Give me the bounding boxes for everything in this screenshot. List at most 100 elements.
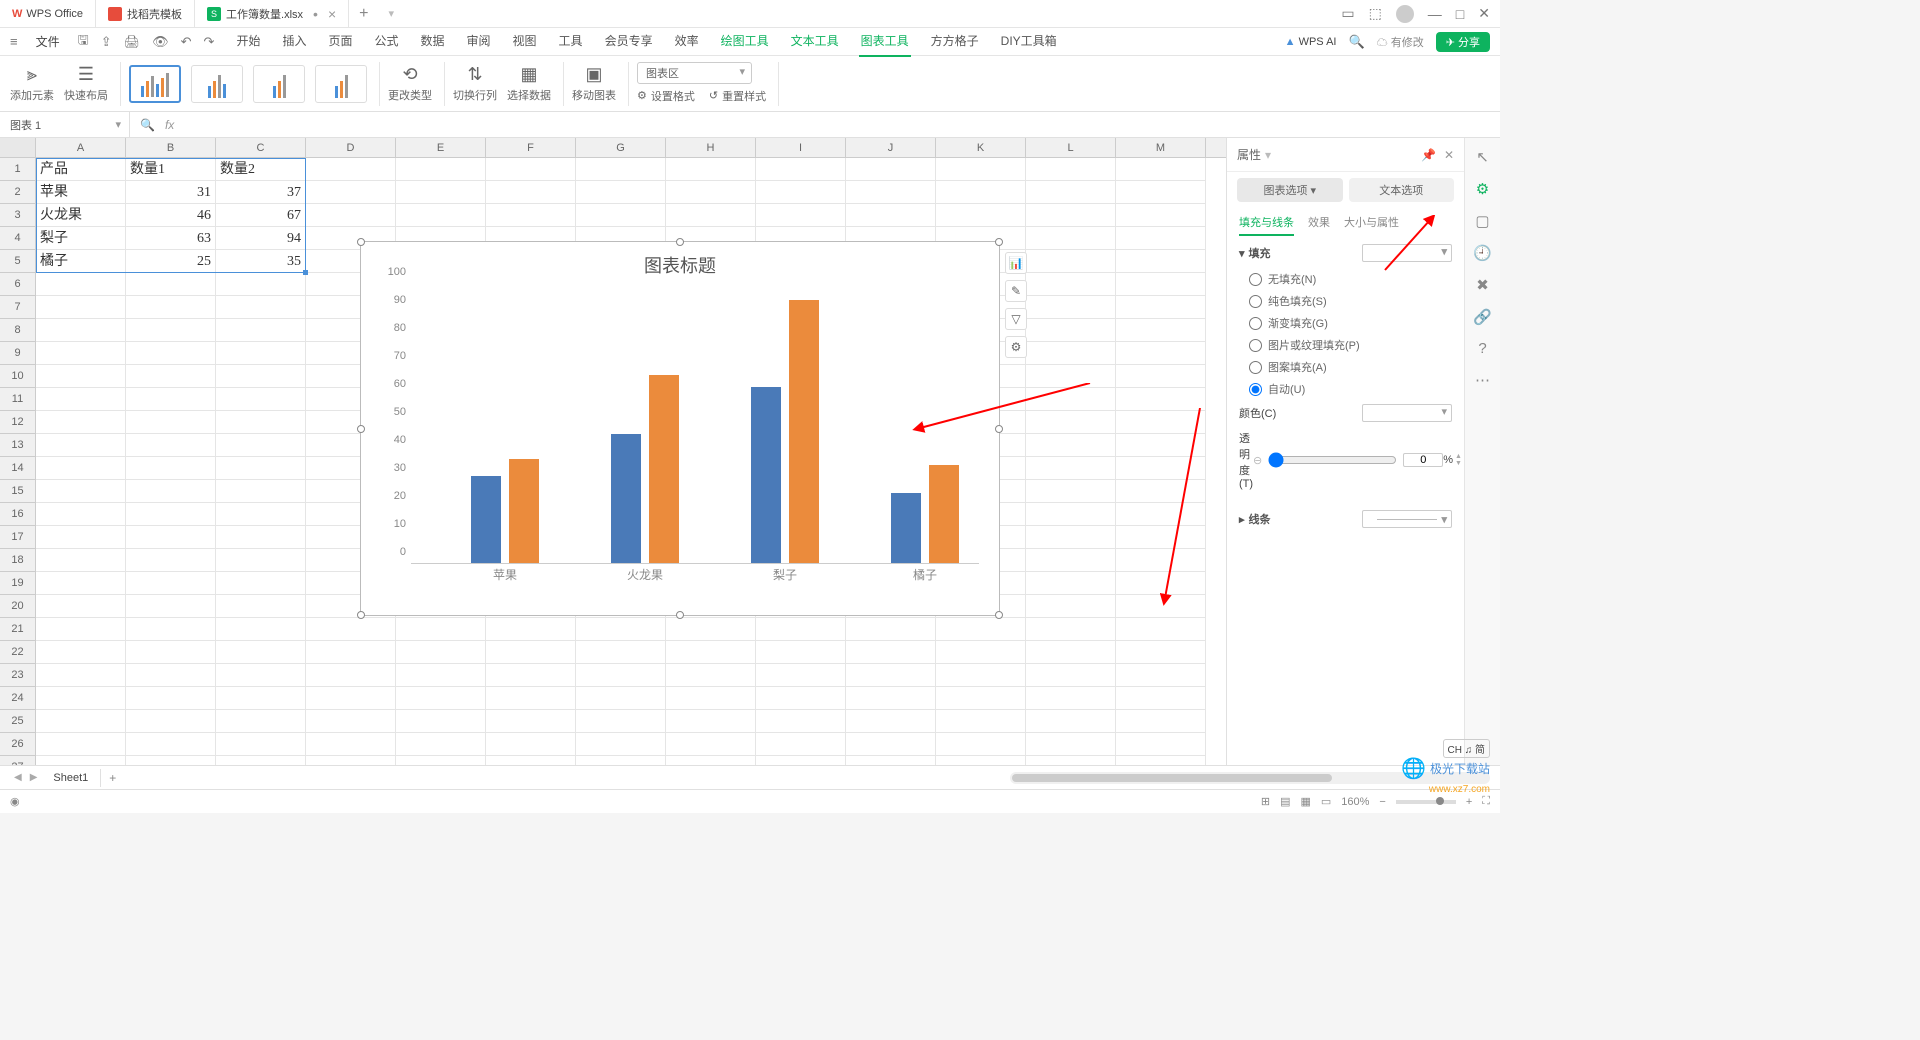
cell[interactable]	[126, 733, 216, 756]
row-header[interactable]: 23	[0, 664, 36, 687]
subtab-fill[interactable]: 填充与线条	[1239, 214, 1294, 236]
cell[interactable]	[1116, 158, 1206, 181]
cell[interactable]	[216, 687, 306, 710]
cell[interactable]	[36, 319, 126, 342]
cell[interactable]	[216, 641, 306, 664]
cell[interactable]	[126, 687, 216, 710]
tab-efficiency[interactable]: 效率	[673, 26, 701, 57]
cell[interactable]	[126, 480, 216, 503]
cell[interactable]	[1026, 710, 1116, 733]
cell[interactable]	[1026, 273, 1116, 296]
tab-text-tools[interactable]: 文本工具	[789, 26, 841, 57]
file-menu[interactable]: 文件	[30, 33, 66, 50]
tab-start[interactable]: 开始	[234, 26, 262, 57]
row-header[interactable]: 7	[0, 296, 36, 319]
fullscreen-icon[interactable]: ⛶	[1482, 795, 1490, 808]
cell[interactable]	[306, 204, 396, 227]
quick-layout-button[interactable]: ☰快速布局	[64, 64, 108, 103]
row-header[interactable]: 20	[0, 595, 36, 618]
cell[interactable]	[36, 411, 126, 434]
cell[interactable]	[1026, 158, 1116, 181]
cell[interactable]	[126, 572, 216, 595]
move-chart-button[interactable]: ▣移动图表	[572, 64, 616, 103]
more-icon[interactable]: ⋯	[1475, 371, 1490, 389]
app-tab-file[interactable]: S 工作簿数量.xlsx • ×	[195, 0, 349, 27]
cell[interactable]	[1026, 204, 1116, 227]
set-format-button[interactable]: ⚙设置格式	[637, 88, 695, 104]
cell[interactable]	[1026, 411, 1116, 434]
cell[interactable]	[486, 641, 576, 664]
cell[interactable]	[1026, 480, 1116, 503]
cell[interactable]	[126, 503, 216, 526]
chart-styles-icon[interactable]: ✎	[1005, 280, 1027, 302]
cell[interactable]	[1026, 388, 1116, 411]
record-icon[interactable]: ◉	[10, 795, 20, 808]
bar-series1[interactable]	[471, 476, 501, 563]
row-header[interactable]: 11	[0, 388, 36, 411]
cell[interactable]	[396, 733, 486, 756]
search-icon[interactable]: 🔍	[1348, 34, 1364, 50]
cell[interactable]	[216, 733, 306, 756]
chart-style-2[interactable]	[191, 65, 243, 103]
panel-tab-chart[interactable]: 图表选项 ▾	[1237, 178, 1343, 202]
cell[interactable]	[1116, 434, 1206, 457]
row-header[interactable]: 12	[0, 411, 36, 434]
cell[interactable]	[666, 181, 756, 204]
cell[interactable]	[396, 687, 486, 710]
history-icon[interactable]: 🕘	[1473, 244, 1492, 262]
close-panel-icon[interactable]: ✕	[1444, 148, 1454, 162]
tab-formula[interactable]: 公式	[372, 26, 400, 57]
cell[interactable]: 67	[216, 204, 306, 227]
wps-ai-button[interactable]: ▲WPS AI	[1285, 36, 1337, 48]
chart-title[interactable]: 图表标题	[361, 242, 999, 284]
cell[interactable]	[396, 158, 486, 181]
sheet-tab-1[interactable]: Sheet1	[41, 769, 101, 787]
cell[interactable]	[486, 733, 576, 756]
export-icon[interactable]: ⇪	[101, 34, 112, 50]
col-J[interactable]: J	[846, 138, 936, 157]
cell[interactable]	[576, 687, 666, 710]
cell[interactable]	[1116, 296, 1206, 319]
bar-series1[interactable]	[611, 434, 641, 563]
col-E[interactable]: E	[396, 138, 486, 157]
cell[interactable]	[216, 549, 306, 572]
fill-preview-swatch[interactable]	[1362, 244, 1452, 262]
cell[interactable]	[1116, 503, 1206, 526]
cell[interactable]	[36, 526, 126, 549]
cell[interactable]	[576, 664, 666, 687]
chart-style-4[interactable]	[315, 65, 367, 103]
cell[interactable]	[936, 158, 1026, 181]
cell[interactable]	[216, 572, 306, 595]
cell[interactable]	[576, 710, 666, 733]
cell[interactable]	[936, 687, 1026, 710]
cell[interactable]	[36, 388, 126, 411]
cell[interactable]	[396, 710, 486, 733]
row-header[interactable]: 6	[0, 273, 36, 296]
cell[interactable]	[216, 365, 306, 388]
handle-se[interactable]	[995, 611, 1003, 619]
cell[interactable]	[306, 733, 396, 756]
cell[interactable]: 产品	[36, 158, 126, 181]
line-preview-swatch[interactable]	[1362, 510, 1452, 528]
share-button[interactable]: ✈ 分享	[1436, 32, 1490, 52]
cell[interactable]	[36, 365, 126, 388]
avatar-icon[interactable]	[1396, 5, 1414, 23]
row-header[interactable]: 24	[0, 687, 36, 710]
cell[interactable]	[126, 641, 216, 664]
col-C[interactable]: C	[216, 138, 306, 157]
panel-tab-text[interactable]: 文本选项	[1349, 178, 1455, 202]
cell[interactable]	[666, 618, 756, 641]
col-I[interactable]: I	[756, 138, 846, 157]
cell[interactable]	[486, 687, 576, 710]
cell[interactable]	[1116, 526, 1206, 549]
cell[interactable]	[396, 641, 486, 664]
cell[interactable]	[216, 388, 306, 411]
cell[interactable]	[36, 687, 126, 710]
maximize-icon[interactable]: □	[1456, 6, 1464, 22]
cell[interactable]	[306, 710, 396, 733]
chart-filter-icon[interactable]: ▽	[1005, 308, 1027, 330]
tab-insert[interactable]: 插入	[280, 26, 308, 57]
cell[interactable]	[756, 664, 846, 687]
cell[interactable]	[1116, 480, 1206, 503]
cell[interactable]: 苹果	[36, 181, 126, 204]
